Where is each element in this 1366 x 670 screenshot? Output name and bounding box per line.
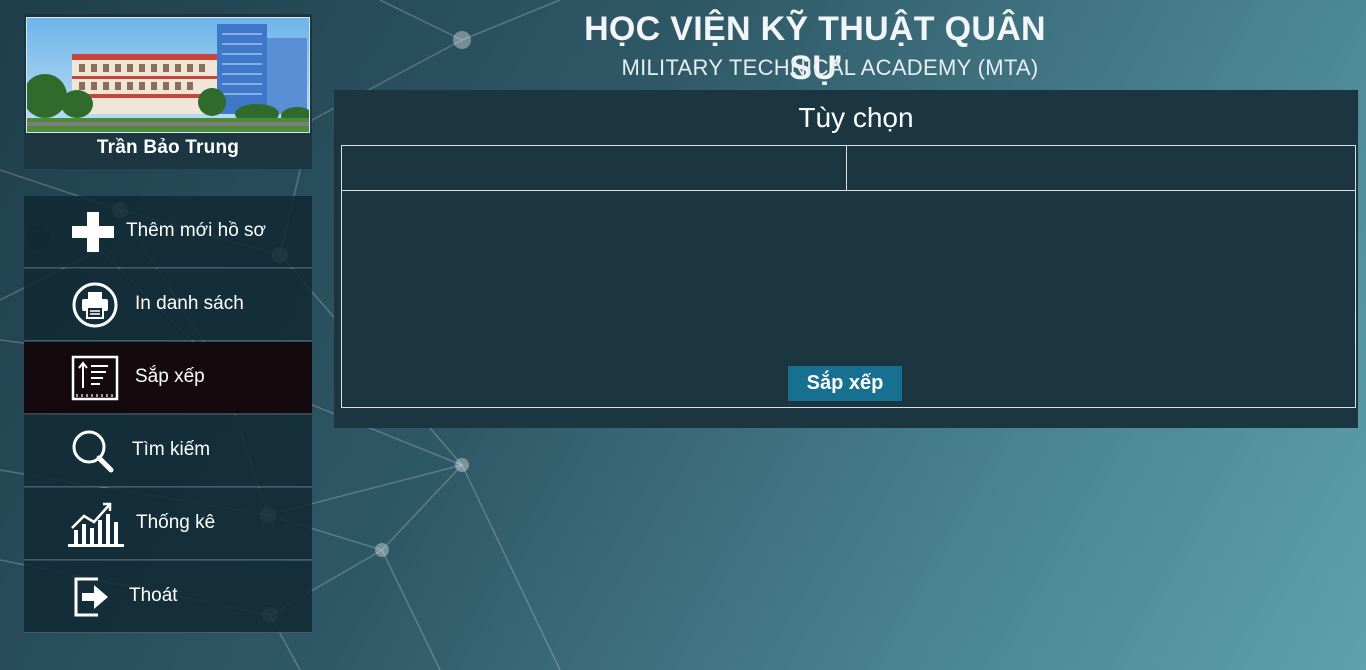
menu-item-add-record[interactable]: Thêm mới hồ sơ [24, 196, 312, 268]
chart-icon [66, 500, 126, 548]
search-icon [68, 427, 118, 475]
printer-icon [70, 281, 120, 329]
menu-item-label: Sắp xếp [135, 366, 205, 387]
profile-card: Trần Bảo Trung [24, 14, 312, 169]
menu-item-label: Tìm kiếm [132, 439, 211, 460]
page-subtitle: MILITARY TECHNICAL ACADEMY (MTA) [621, 55, 1039, 80]
menu-item-label: Thoát [129, 585, 178, 606]
sidebar-menu: Thêm mới hồ sơ In danh sách Sắp xếp Tìm … [24, 196, 312, 634]
menu-item-label: Thống kê [136, 512, 216, 533]
menu-item-statistics[interactable]: Thống kê [24, 488, 312, 560]
filter-row [342, 146, 1355, 191]
menu-item-search[interactable]: Tìm kiếm [24, 415, 312, 487]
options-panel: Tùy chọn Sắp xếp [334, 90, 1358, 428]
menu-item-sort[interactable]: Sắp xếp [24, 342, 312, 414]
menu-item-print-list[interactable]: In danh sách [24, 269, 312, 341]
campus-photo [26, 17, 310, 133]
menu-item-label: Thêm mới hồ sơ [126, 220, 267, 241]
sort-button[interactable]: Sắp xếp [788, 366, 902, 401]
sort-field-select[interactable] [342, 146, 847, 190]
exit-icon [68, 573, 118, 621]
menu-item-label: In danh sách [135, 293, 244, 314]
plus-icon [68, 208, 118, 256]
options-box: Sắp xếp [341, 145, 1356, 408]
user-name: Trần Bảo Trung [96, 137, 240, 158]
panel-title: Tùy chọn [798, 102, 914, 133]
menu-item-exit[interactable]: Thoát [24, 561, 312, 633]
sort-order-select[interactable] [847, 146, 1355, 190]
sort-icon [70, 354, 120, 402]
